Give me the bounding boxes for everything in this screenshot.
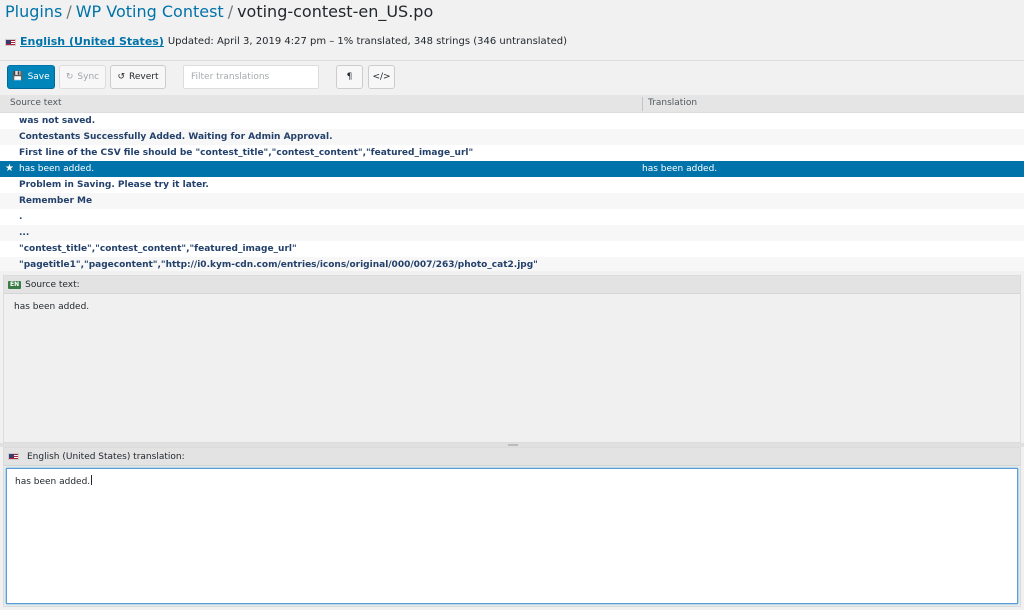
us-flag-icon <box>5 38 16 46</box>
row-source: "pagetitle1","pagecontent","http://i0.ky… <box>19 260 538 270</box>
table-row[interactable]: "contest_title","contest_content","featu… <box>0 241 1024 257</box>
status-line: English (United States) Updated: April 3… <box>5 34 567 50</box>
grid-rows: was not saved. Contestants Successfully … <box>0 113 1024 271</box>
column-header-source[interactable]: Source text <box>10 98 62 108</box>
row-source: was not saved. <box>19 116 96 126</box>
sync-label: Sync <box>77 72 100 82</box>
show-invisibles-button[interactable]: ¶ <box>336 65 363 89</box>
translation-grid: Source text Translation was not saved. C… <box>0 95 1024 271</box>
table-row[interactable]: "pagetitle1","pagecontent","http://i0.ky… <box>0 257 1024 271</box>
sync-button[interactable]: ↻ Sync <box>59 65 106 89</box>
revert-button[interactable]: ↺ Revert <box>110 65 166 89</box>
grip-icon <box>508 444 518 446</box>
table-row-selected[interactable]: ★ has been added. has been added. <box>0 161 1024 177</box>
translation-value: has been added. <box>15 477 91 487</box>
text-caret <box>91 475 93 485</box>
table-row[interactable]: Problem in Saving. Please try it later. <box>0 177 1024 193</box>
column-divider[interactable] <box>642 97 643 111</box>
toolbar: 💾 Save ↻ Sync ↺ Revert ¶ </> <box>0 60 1024 95</box>
column-header-translation[interactable]: Translation <box>648 98 697 108</box>
sync-icon: ↻ <box>65 72 74 82</box>
status-details: Updated: April 3, 2019 4:27 pm – 1% tran… <box>167 36 568 47</box>
translation-panel-title: English (United States) translation: <box>27 451 185 462</box>
star-icon: ★ <box>5 163 14 174</box>
breadcrumb-separator: / <box>227 2 234 21</box>
translation-panel: English (United States) translation: has… <box>3 447 1021 607</box>
filter-translations-input[interactable] <box>183 65 319 89</box>
row-translation: has been added. <box>642 164 718 174</box>
row-source: Contestants Successfully Added. Waiting … <box>19 132 333 142</box>
breadcrumb-plugins-link[interactable]: Plugins <box>5 2 62 21</box>
row-source: Remember Me <box>19 196 93 206</box>
table-row[interactable]: First line of the CSV file should be "co… <box>0 145 1024 161</box>
grid-header: Source text Translation <box>0 95 1024 113</box>
code-view-button[interactable]: </> <box>368 65 395 89</box>
source-panel-header: EN Source text: <box>4 276 1020 294</box>
code-icon: </> <box>372 72 391 82</box>
pilcrow-icon: ¶ <box>346 72 353 82</box>
breadcrumb-file: voting-contest-en_US.po <box>237 2 434 21</box>
revert-label: Revert <box>129 72 159 82</box>
en-flag-icon: EN <box>8 280 22 289</box>
row-source: has been added. <box>19 164 95 174</box>
row-source: First line of the CSV file should be "co… <box>19 148 474 158</box>
save-label: Save <box>27 72 50 82</box>
breadcrumb-separator: / <box>66 2 72 21</box>
table-row[interactable]: was not saved. <box>0 113 1024 129</box>
source-panel-title: Source text: <box>25 279 80 290</box>
table-row[interactable]: Contestants Successfully Added. Waiting … <box>0 129 1024 145</box>
breadcrumb: Plugins / WP Voting Contest / voting-contest… <box>5 0 433 26</box>
save-icon: 💾 <box>12 72 24 82</box>
source-text-panel: EN Source text: has been added. <box>3 275 1021 443</box>
row-source: "contest_title","contest_content","featu… <box>19 244 297 254</box>
row-source: ... <box>19 228 30 238</box>
revert-icon: ↺ <box>117 72 126 82</box>
source-text-content: has been added. <box>14 302 90 312</box>
translation-textarea[interactable]: has been added. <box>6 468 1018 604</box>
table-row[interactable]: . <box>0 209 1024 225</box>
language-link[interactable]: English (United States) <box>20 34 164 50</box>
row-source: Problem in Saving. Please try it later. <box>19 180 209 190</box>
table-row[interactable]: ... <box>0 225 1024 241</box>
save-button[interactable]: 💾 Save <box>7 65 55 89</box>
row-source: . <box>19 212 23 222</box>
table-row[interactable]: Remember Me <box>0 193 1024 209</box>
translation-panel-header: English (United States) translation: <box>4 448 1020 466</box>
breadcrumb-plugin-link[interactable]: WP Voting Contest <box>76 2 224 21</box>
us-flag-icon <box>8 453 19 460</box>
